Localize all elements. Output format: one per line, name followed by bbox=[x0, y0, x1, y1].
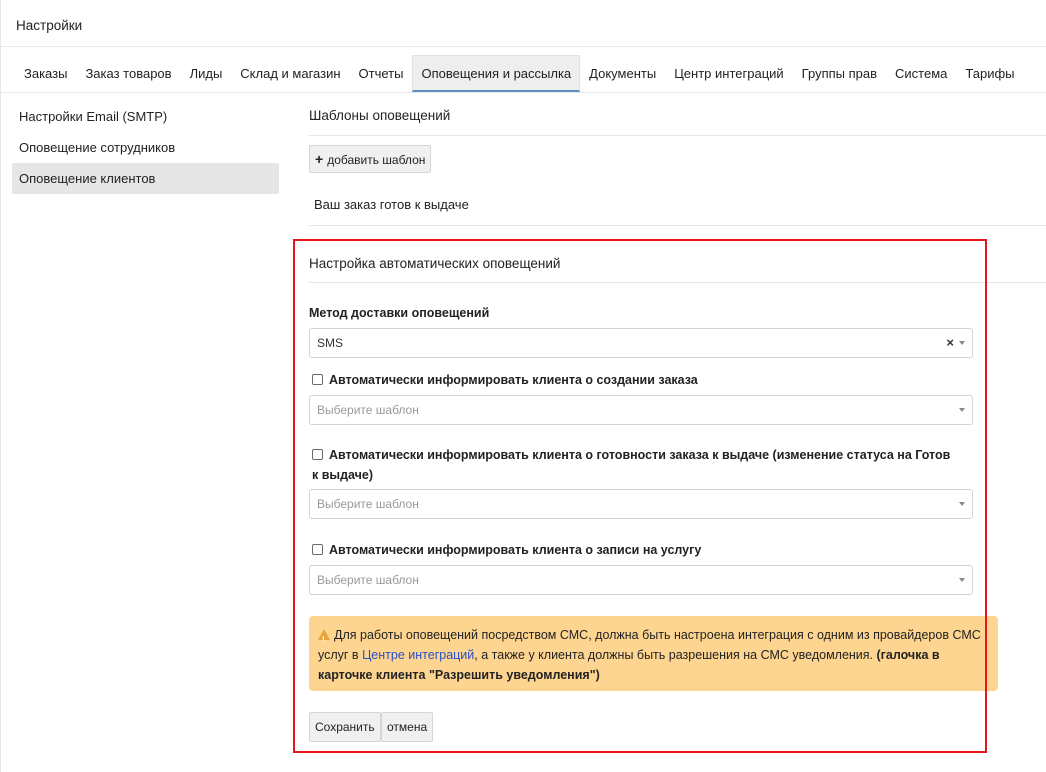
divider bbox=[1, 46, 1046, 47]
template-item[interactable]: Ваш заказ готов к выдаче bbox=[314, 197, 469, 212]
tab-permission-groups[interactable]: Группы прав bbox=[793, 55, 886, 92]
add-template-label: добавить шаблон bbox=[327, 153, 426, 167]
tab-warehouse-store[interactable]: Склад и магазин bbox=[231, 55, 349, 92]
sidebar-item-email-smtp[interactable]: Настройки Email (SMTP) bbox=[12, 101, 279, 132]
tab-system[interactable]: Система bbox=[886, 55, 956, 92]
settings-page: Настройки Заказы Заказ товаров Лиды Скла… bbox=[0, 0, 1046, 772]
tab-orders[interactable]: Заказы bbox=[15, 55, 76, 92]
tab-reports[interactable]: Отчеты bbox=[350, 55, 413, 92]
plus-icon: + bbox=[315, 151, 324, 167]
add-template-button[interactable]: + добавить шаблон bbox=[309, 145, 432, 173]
divider bbox=[309, 225, 1046, 226]
tab-notifications[interactable]: Оповещения и рассылка bbox=[412, 55, 581, 92]
sidebar: Настройки Email (SMTP) Оповещение сотруд… bbox=[12, 101, 279, 194]
tab-documents[interactable]: Документы bbox=[580, 55, 665, 92]
divider bbox=[1, 92, 1046, 93]
sidebar-item-client-notifications[interactable]: Оповещение клиентов bbox=[12, 163, 279, 194]
tab-integrations[interactable]: Центр интеграций bbox=[665, 55, 792, 92]
sidebar-item-staff-notifications[interactable]: Оповещение сотрудников bbox=[12, 132, 279, 163]
tab-bar: Заказы Заказ товаров Лиды Склад и магази… bbox=[15, 55, 1024, 93]
tab-leads[interactable]: Лиды bbox=[181, 55, 232, 92]
tab-product-orders[interactable]: Заказ товаров bbox=[76, 55, 180, 92]
highlight-box bbox=[293, 239, 987, 753]
divider bbox=[309, 135, 1046, 136]
page-title: Настройки bbox=[16, 18, 83, 33]
templates-title: Шаблоны оповещений bbox=[309, 108, 451, 123]
tab-tariffs[interactable]: Тарифы bbox=[956, 55, 1023, 92]
